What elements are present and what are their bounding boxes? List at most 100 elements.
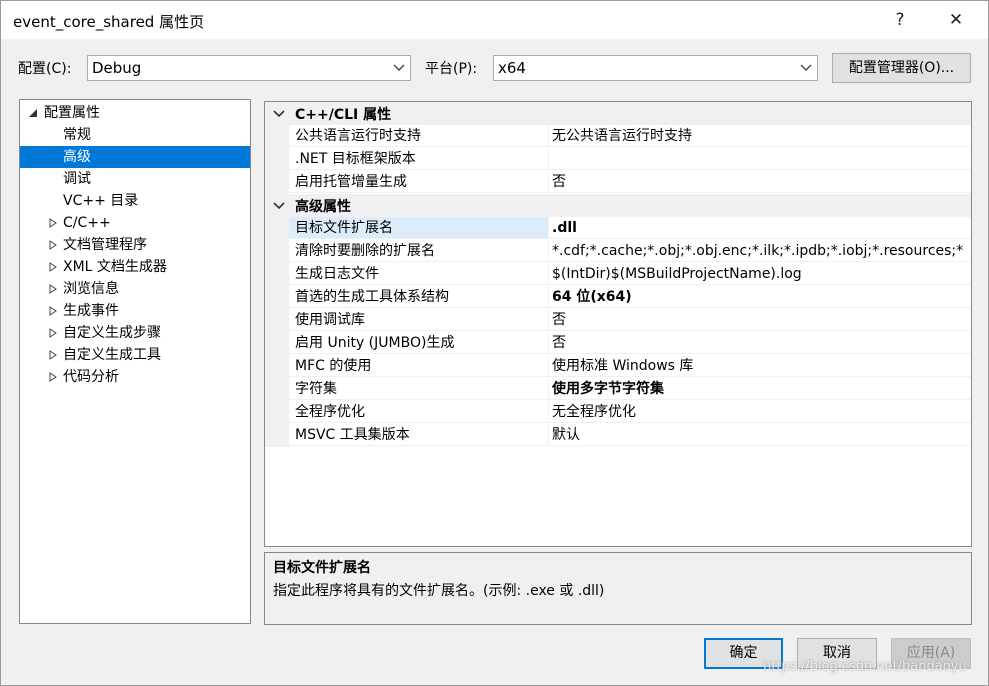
row-gutter xyxy=(265,286,289,309)
tree-root-config-properties[interactable]: 配置属性 xyxy=(20,102,250,124)
row-gutter xyxy=(265,263,289,286)
property-name[interactable]: MFC 的使用 xyxy=(289,355,549,377)
property-value[interactable]: 默认 xyxy=(549,424,971,446)
property-row[interactable]: 使用调试库否 xyxy=(265,309,971,332)
property-value[interactable]: 否 xyxy=(549,309,971,331)
property-value[interactable]: .dll xyxy=(549,217,971,239)
config-manager-button[interactable]: 配置管理器(O)... xyxy=(832,53,971,83)
chevron-down-icon[interactable] xyxy=(273,108,285,120)
property-row[interactable]: 全程序优化 无全程序优化 xyxy=(265,401,971,424)
property-row[interactable]: 目标文件扩展名 .dll xyxy=(265,217,971,240)
property-name[interactable]: 全程序优化 xyxy=(289,401,549,423)
property-name[interactable]: 启用 Unity (JUMBO)生成 xyxy=(289,332,549,354)
grid-category[interactable]: 高级属性 xyxy=(265,194,971,217)
collapsed-triangle-icon[interactable] xyxy=(48,372,58,382)
collapsed-triangle-icon[interactable] xyxy=(48,240,58,250)
tree-item[interactable]: 调试 xyxy=(20,168,250,190)
collapsed-triangle-icon[interactable] xyxy=(48,306,58,316)
property-row[interactable]: MFC 的使用 使用标准 Windows 库 xyxy=(265,355,971,378)
row-gutter xyxy=(265,240,289,263)
tree-item-label: XML 文档生成器 xyxy=(63,259,167,275)
property-name[interactable]: 公共语言运行时支持 xyxy=(289,125,549,147)
property-value[interactable]: $(IntDir)$(MSBuildProjectName).log xyxy=(549,263,971,285)
property-value[interactable]: *.cdf;*.cache;*.obj;*.obj.enc;*.ilk;*.ip… xyxy=(549,240,971,262)
property-value[interactable]: 否 xyxy=(549,171,971,193)
property-row[interactable]: 首选的生成工具体系结构 64 位(x64) xyxy=(265,286,971,309)
config-label: 配置(C): xyxy=(18,61,72,77)
tree-item-label: 常规 xyxy=(63,127,91,143)
property-row[interactable]: 生成日志文件 $(IntDir)$(MSBuildProjectName).log xyxy=(265,263,971,286)
tree-item[interactable]: C/C++ xyxy=(20,212,250,234)
property-pages-dialog: event_core_shared 属性页 ? ✕ 配置(C): Debug 平… xyxy=(0,0,989,686)
property-name[interactable]: MSVC 工具集版本 xyxy=(289,424,549,446)
property-row[interactable]: 字符集 使用多字节字符集 xyxy=(265,378,971,401)
property-row[interactable]: 启用托管增量生成否 xyxy=(265,171,971,194)
tree-item[interactable]: 生成事件 xyxy=(20,300,250,322)
grid-category-label: 高级属性 xyxy=(295,199,351,215)
property-row[interactable]: 启用 Unity (JUMBO)生成否 xyxy=(265,332,971,355)
tree-item-label: 自定义生成工具 xyxy=(63,347,161,363)
property-name[interactable]: 首选的生成工具体系结构 xyxy=(289,286,549,308)
property-name[interactable]: 清除时要删除的扩展名 xyxy=(289,240,549,262)
tree-item[interactable]: VC++ 目录 xyxy=(20,190,250,212)
tree-item[interactable]: 自定义生成工具 xyxy=(20,344,250,366)
property-row[interactable]: 清除时要删除的扩展名 *.cdf;*.cache;*.obj;*.obj.enc;… xyxy=(265,240,971,263)
tree-item[interactable]: 代码分析 xyxy=(20,366,250,388)
property-row[interactable]: 公共语言运行时支持 无公共语言运行时支持 xyxy=(265,125,971,148)
platform-value: x64 xyxy=(498,59,526,77)
tree-item[interactable]: 文档管理程序 xyxy=(20,234,250,256)
row-gutter xyxy=(265,401,289,424)
window-title: event_core_shared 属性页 xyxy=(13,13,205,31)
tree-item[interactable]: 高级 xyxy=(20,146,250,168)
tree-item-label: 代码分析 xyxy=(63,369,119,385)
property-name[interactable]: 生成日志文件 xyxy=(289,263,549,285)
collapsed-triangle-icon[interactable] xyxy=(48,218,58,228)
description-text: 指定此程序将具有的文件扩展名。(示例: .exe 或 .dll) xyxy=(273,583,605,599)
property-value[interactable]: 否 xyxy=(549,332,971,354)
tree-item[interactable]: 自定义生成步骤 xyxy=(20,322,250,344)
help-button[interactable]: ? xyxy=(885,7,915,33)
property-name[interactable]: 使用调试库 xyxy=(289,309,549,331)
tree-item-label: C/C++ xyxy=(63,215,111,231)
collapsed-triangle-icon[interactable] xyxy=(48,328,58,338)
property-row[interactable]: .NET 目标框架版本 xyxy=(265,148,971,171)
collapsed-triangle-icon[interactable] xyxy=(48,262,58,272)
property-name[interactable]: 启用托管增量生成 xyxy=(289,171,549,193)
tree-item-label: 自定义生成步骤 xyxy=(63,325,161,341)
property-value[interactable]: 64 位(x64) xyxy=(549,286,971,308)
close-button[interactable]: ✕ xyxy=(941,7,971,33)
tree-item-label: VC++ 目录 xyxy=(63,193,139,209)
row-gutter xyxy=(265,217,289,240)
property-value[interactable]: 使用多字节字符集 xyxy=(549,378,971,400)
tree-item-label: 调试 xyxy=(63,171,91,187)
watermark: https://blog.csdn.net/bandaoyu xyxy=(763,659,967,674)
expanded-triangle-icon[interactable] xyxy=(28,108,38,118)
tree-item[interactable]: 浏览信息 xyxy=(20,278,250,300)
config-combobox[interactable]: Debug xyxy=(87,55,411,81)
property-value[interactable]: 使用标准 Windows 库 xyxy=(549,355,971,377)
row-gutter xyxy=(265,424,289,447)
row-gutter xyxy=(265,125,289,148)
property-tree: 配置属性 常规高级调试 VC++ 目录 C/C++ 文档管理程序 XML 文档生成器浏览… xyxy=(19,99,251,624)
tree-item[interactable]: XML 文档生成器 xyxy=(20,256,250,278)
property-value[interactable]: 无公共语言运行时支持 xyxy=(549,125,971,147)
property-value[interactable]: 无全程序优化 xyxy=(549,401,971,423)
tree-item[interactable]: 常规 xyxy=(20,124,250,146)
chevron-down-icon xyxy=(800,64,812,71)
tree-item-label: 高级 xyxy=(63,149,91,165)
collapsed-triangle-icon[interactable] xyxy=(48,284,58,294)
description-panel: 目标文件扩展名 指定此程序将具有的文件扩展名。(示例: .exe 或 .dll) xyxy=(264,552,972,625)
property-name[interactable]: .NET 目标框架版本 xyxy=(289,148,549,170)
property-value[interactable] xyxy=(549,148,971,170)
property-row[interactable]: MSVC 工具集版本 默认 xyxy=(265,424,971,447)
property-name[interactable]: 字符集 xyxy=(289,378,549,400)
collapsed-triangle-icon[interactable] xyxy=(48,350,58,360)
grid-category[interactable]: C++/CLI 属性 xyxy=(265,102,971,125)
grid-category-label: C++/CLI 属性 xyxy=(295,107,392,123)
platform-combobox[interactable]: x64 xyxy=(493,55,818,81)
tree-item-label: 生成事件 xyxy=(63,303,119,319)
chevron-down-icon[interactable] xyxy=(273,200,285,212)
platform-label: 平台(P): xyxy=(425,61,478,77)
property-name[interactable]: 目标文件扩展名 xyxy=(289,217,549,239)
row-gutter xyxy=(265,355,289,378)
